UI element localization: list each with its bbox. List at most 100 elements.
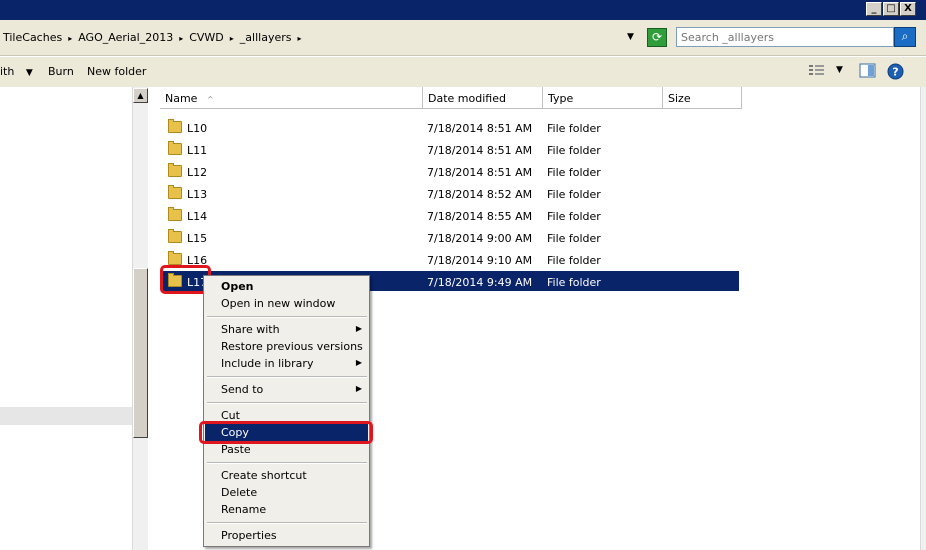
scroll-thumb[interactable] bbox=[133, 268, 148, 438]
folder-icon bbox=[168, 119, 182, 133]
file-type: File folder bbox=[547, 232, 601, 245]
breadcrumb-tilecaches[interactable]: TileCaches bbox=[3, 31, 62, 44]
command-toolbar: ith ▼ Burn New folder ▼ ? bbox=[0, 57, 926, 87]
title-bar: _ □ X bbox=[0, 0, 926, 20]
folder-icon bbox=[168, 229, 182, 243]
menu-item-create-shortcut[interactable]: Create shortcut bbox=[205, 467, 368, 484]
menu-separator bbox=[207, 376, 367, 378]
column-header-date[interactable]: Date modified bbox=[423, 87, 543, 109]
refresh-icon[interactable]: ⟳ bbox=[647, 28, 667, 47]
breadcrumb[interactable]: TileCaches ▸ AGO_Aerial_2013 ▸ CVWD ▸ _alllaye… bbox=[3, 31, 308, 44]
table-row[interactable]: L10 7/18/2014 8:51 AM File folder bbox=[162, 117, 739, 137]
search-input[interactable] bbox=[676, 27, 894, 47]
annotation-highlight-copy bbox=[199, 421, 373, 444]
menu-label: Restore previous versions bbox=[221, 340, 363, 353]
file-date: 7/18/2014 9:00 AM bbox=[427, 232, 533, 245]
menu-label: Share with bbox=[221, 323, 280, 336]
table-row[interactable]: L12 7/18/2014 8:51 AM File folder bbox=[162, 161, 739, 181]
file-name: L13 bbox=[187, 188, 208, 201]
chevron-down-icon: ▼ bbox=[25, 68, 33, 78]
breadcrumb-alllayers[interactable]: _alllayers bbox=[240, 31, 292, 44]
file-type: File folder bbox=[547, 276, 601, 289]
address-dropdown-icon[interactable]: ▼ bbox=[627, 32, 634, 42]
nav-selected-item[interactable] bbox=[0, 407, 132, 425]
new-folder-button[interactable]: New folder bbox=[87, 65, 146, 78]
share-with-button[interactable]: ith ▼ bbox=[0, 65, 33, 78]
menu-label: Create shortcut bbox=[221, 469, 307, 482]
folder-icon bbox=[168, 207, 182, 221]
breadcrumb-ago-aerial[interactable]: AGO_Aerial_2013 bbox=[78, 31, 173, 44]
file-type: File folder bbox=[547, 210, 601, 223]
view-dropdown-icon[interactable]: ▼ bbox=[836, 65, 843, 75]
search-icon[interactable]: ⌕ bbox=[894, 27, 916, 47]
close-button[interactable]: X bbox=[900, 2, 916, 16]
chevron-right-icon[interactable]: ▸ bbox=[179, 34, 183, 43]
file-list-scrollbar[interactable] bbox=[920, 87, 926, 550]
file-type: File folder bbox=[547, 122, 601, 135]
column-header-type[interactable]: Type bbox=[543, 87, 663, 109]
sort-ascending-icon: ^ bbox=[206, 95, 214, 104]
file-type: File folder bbox=[547, 188, 601, 201]
menu-item-delete[interactable]: Delete bbox=[205, 484, 368, 501]
menu-label: Properties bbox=[221, 529, 277, 542]
column-header-name[interactable]: Name ^ bbox=[160, 87, 423, 109]
menu-item-rename[interactable]: Rename bbox=[205, 501, 368, 518]
folder-icon bbox=[168, 141, 182, 155]
chevron-right-icon[interactable]: ▸ bbox=[297, 34, 301, 43]
chevron-right-icon[interactable]: ▸ bbox=[230, 34, 234, 43]
file-date: 7/18/2014 8:51 AM bbox=[427, 166, 533, 179]
folder-icon bbox=[168, 251, 182, 265]
table-row[interactable]: L14 7/18/2014 8:55 AM File folder bbox=[162, 205, 739, 225]
file-date: 7/18/2014 8:51 AM bbox=[427, 144, 533, 157]
menu-item-open-new-window[interactable]: Open in new window bbox=[205, 295, 368, 312]
help-icon[interactable]: ? bbox=[887, 63, 904, 83]
menu-separator bbox=[207, 462, 367, 464]
table-row[interactable]: L16 7/18/2014 9:10 AM File folder bbox=[162, 249, 739, 269]
burn-button[interactable]: Burn bbox=[48, 65, 74, 78]
scroll-up-icon[interactable]: ▲ bbox=[133, 88, 148, 103]
file-name: L14 bbox=[187, 210, 208, 223]
menu-item-restore-previous[interactable]: Restore previous versions bbox=[205, 338, 368, 355]
column-header-size[interactable]: Size bbox=[663, 87, 742, 109]
file-date: 7/18/2014 9:10 AM bbox=[427, 254, 533, 267]
file-type: File folder bbox=[547, 144, 601, 157]
preview-pane-icon[interactable] bbox=[859, 63, 876, 81]
menu-label: Open in new window bbox=[221, 297, 336, 310]
breadcrumb-cvwd[interactable]: CVWD bbox=[189, 31, 224, 44]
minimize-button[interactable]: _ bbox=[866, 2, 882, 16]
menu-label: Open bbox=[221, 280, 254, 293]
file-date: 7/18/2014 9:49 AM bbox=[427, 276, 533, 289]
file-date: 7/18/2014 8:52 AM bbox=[427, 188, 533, 201]
submenu-arrow-icon: ▶ bbox=[355, 358, 362, 367]
chevron-right-icon[interactable]: ▸ bbox=[68, 34, 72, 43]
table-row[interactable]: L15 7/18/2014 9:00 AM File folder bbox=[162, 227, 739, 247]
view-list-icon[interactable] bbox=[808, 63, 826, 80]
submenu-arrow-icon: ▶ bbox=[355, 324, 362, 333]
file-name: L11 bbox=[187, 144, 208, 157]
menu-separator bbox=[207, 402, 367, 404]
table-row[interactable]: L11 7/18/2014 8:51 AM File folder bbox=[162, 139, 739, 159]
file-date: 7/18/2014 8:55 AM bbox=[427, 210, 533, 223]
file-name: L15 bbox=[187, 232, 208, 245]
menu-label: Include in library bbox=[221, 357, 314, 370]
column-name-label: Name bbox=[165, 92, 198, 105]
menu-item-properties[interactable]: Properties bbox=[205, 527, 368, 544]
folder-icon bbox=[168, 185, 182, 199]
help-glyph: ? bbox=[892, 66, 898, 79]
table-row[interactable]: L13 7/18/2014 8:52 AM File folder bbox=[162, 183, 739, 203]
maximize-button[interactable]: □ bbox=[883, 2, 899, 16]
menu-label: Rename bbox=[221, 503, 267, 516]
file-name: L10 bbox=[187, 122, 208, 135]
menu-label: Paste bbox=[221, 443, 251, 456]
nav-scrollbar[interactable]: ▲ bbox=[132, 87, 148, 550]
menu-item-include-library[interactable]: Include in library ▶ bbox=[205, 355, 368, 372]
menu-item-open[interactable]: Open bbox=[205, 278, 368, 295]
menu-item-share-with[interactable]: Share with ▶ bbox=[205, 321, 368, 338]
file-name: L12 bbox=[187, 166, 208, 179]
menu-label: Send to bbox=[221, 383, 264, 396]
file-type: File folder bbox=[547, 166, 601, 179]
navigation-pane[interactable]: ▲ bbox=[0, 87, 150, 550]
menu-separator bbox=[207, 522, 367, 524]
submenu-arrow-icon: ▶ bbox=[355, 384, 362, 393]
menu-item-send-to[interactable]: Send to ▶ bbox=[205, 381, 368, 398]
